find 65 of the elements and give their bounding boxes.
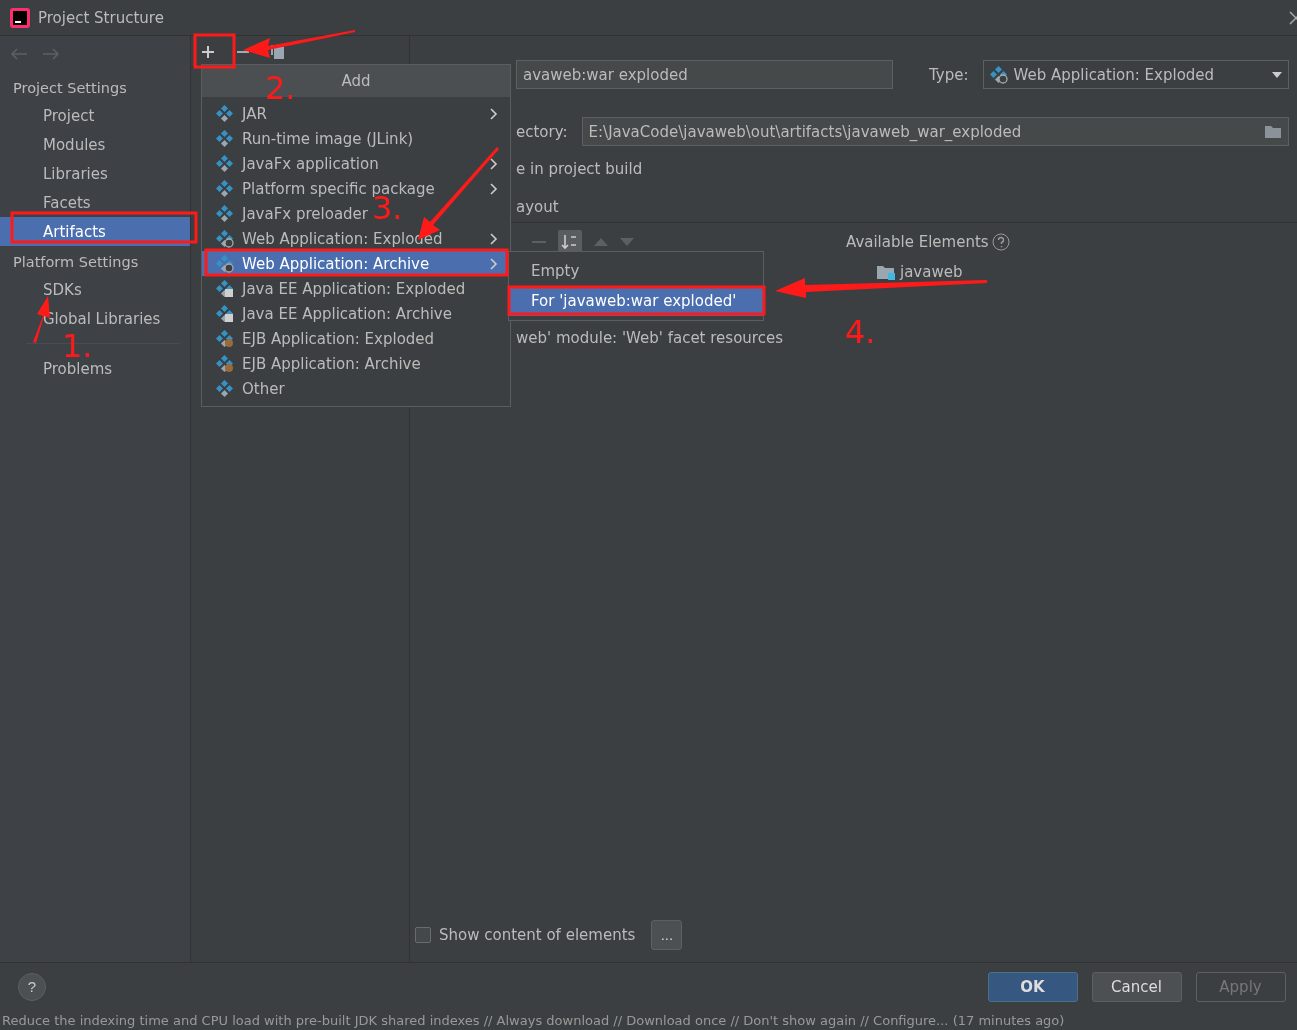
artifact-icon [216, 229, 234, 248]
output-directory-label: ectory: [516, 122, 568, 141]
checkbox-label: Show content of elements [439, 926, 636, 944]
menu-item[interactable]: Empty [509, 256, 763, 286]
artifact-icon [216, 329, 234, 348]
sidebar-item[interactable]: SDKs [0, 275, 190, 304]
artifact-icon [216, 304, 234, 323]
type-label: Type: [929, 65, 969, 84]
menu-item[interactable]: JavaFx preloader [216, 204, 368, 223]
sort-icon[interactable] [558, 230, 582, 254]
name-field[interactable]: avaweb:war exploded [516, 60, 893, 89]
move-down-icon[interactable] [620, 238, 634, 246]
checkbox[interactable] [415, 927, 431, 943]
artifact-icon [216, 379, 234, 398]
sidebar-item[interactable]: Libraries [0, 159, 190, 188]
section-heading: Platform Settings [12, 253, 140, 272]
help-icon[interactable] [991, 233, 1010, 251]
back-arrow-icon[interactable] [10, 48, 28, 60]
menu-item[interactable]: Other [216, 379, 285, 398]
tree-item[interactable]: web' module: 'Web' facet resources [516, 329, 846, 347]
available-elements-label: Available Elements [846, 233, 989, 251]
move-up-icon[interactable] [594, 238, 608, 246]
menu-item[interactable]: Java EE Application: Archive [216, 304, 452, 323]
menu-item[interactable]: Java EE Application: Exploded [216, 279, 466, 298]
layout-tab[interactable]: ayout [516, 198, 1289, 216]
artifact-icon [989, 65, 1008, 84]
type-dropdown[interactable]: Web Application: Exploded [982, 60, 1289, 89]
menu-item[interactable]: JAR [216, 104, 267, 123]
artifact-icon [216, 179, 234, 198]
sidebar-item[interactable]: Project [0, 101, 190, 130]
dropdown-caret-icon [1271, 71, 1282, 78]
sidebar-item[interactable]: Global Libraries [0, 304, 190, 333]
include-in-build-label: e in project build [516, 160, 644, 178]
more-button[interactable]: ... [651, 920, 683, 950]
add-icon[interactable] [200, 43, 216, 60]
artifact-icon [216, 254, 234, 273]
artifact-icon [216, 279, 234, 298]
menu-item[interactable]: Web Application: Exploded [216, 229, 443, 248]
sidebar-item[interactable]: Facets [0, 188, 190, 217]
status-message: Reduce the indexing time and CPU load with pre-built JDK shared indexes // Always download // Download once // Don't show again // Configure... (17 minutes ago) [0, 1010, 1297, 1030]
annotation-number: 4. [845, 316, 876, 348]
menu-item[interactable]: EJB Application: Archive [216, 354, 421, 373]
menu-item[interactable]: EJB Application: Exploded [216, 329, 435, 348]
folder-icon [876, 264, 896, 280]
dialog-button[interactable]: Cancel [1091, 971, 1182, 1002]
highlight-frame [193, 33, 236, 69]
menu-item[interactable]: Run-time image (JLink) [216, 129, 414, 148]
tree-item[interactable]: javaweb [900, 263, 963, 281]
output-directory-field[interactable]: E:\JavaCode\javaweb\out\artifacts\javaweb_war_exploded [581, 117, 1289, 146]
section-heading: Project Settings [12, 79, 128, 98]
dialog-button[interactable]: OK [987, 971, 1078, 1002]
menu-item[interactable]: JavaFx application [216, 154, 379, 173]
sidebar-item[interactable]: Modules [0, 130, 190, 159]
artifact-icon [216, 204, 234, 223]
folder-open-icon[interactable] [1263, 124, 1282, 139]
artifact-icon [216, 354, 234, 373]
artifact-icon [216, 104, 234, 123]
help-button[interactable]: ? [18, 972, 46, 1001]
window-title: Project Structure [38, 8, 165, 27]
annotation-number: 2. [265, 72, 296, 104]
app-logo-icon [10, 7, 30, 28]
annotation-number: 1. [62, 330, 93, 362]
forward-arrow-icon[interactable] [42, 48, 60, 60]
artifact-icon [216, 129, 234, 148]
artifact-icon [216, 154, 234, 173]
